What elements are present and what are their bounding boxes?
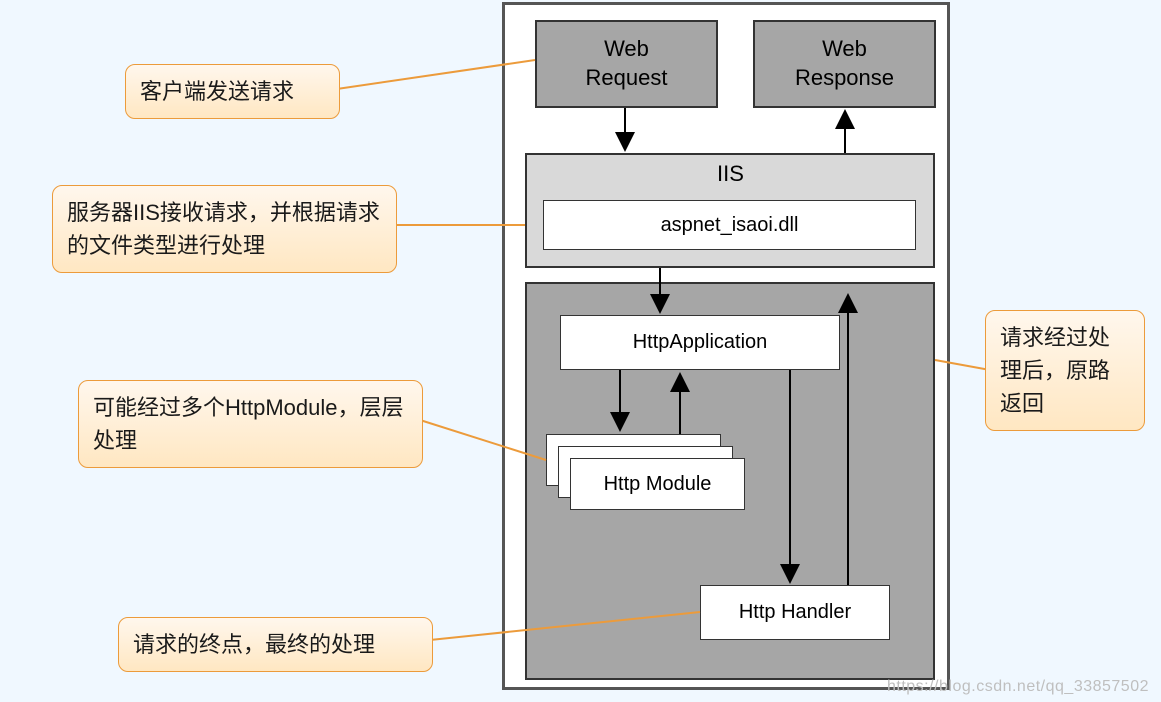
node-aspnet-dll: aspnet_isaoi.dll xyxy=(543,200,916,250)
node-web-response: WebResponse xyxy=(753,20,936,108)
node-http-application: HttpApplication xyxy=(560,315,840,370)
node-web-request: WebRequest xyxy=(535,20,718,108)
web-response-label: WebResponse xyxy=(795,35,894,92)
web-request-label: WebRequest xyxy=(586,35,668,92)
watermark: https://blog.csdn.net/qq_33857502 xyxy=(887,678,1149,696)
callout-return: 请求经过处理后，原路返回 xyxy=(985,310,1145,431)
iis-label: IIS xyxy=(717,161,744,187)
callout-client-send: 客户端发送请求 xyxy=(125,64,340,119)
node-http-handler: Http Handler xyxy=(700,585,890,640)
callout-httphandler: 请求的终点，最终的处理 xyxy=(118,617,433,672)
diagram-canvas: WebRequest WebResponse IIS aspnet_isaoi.… xyxy=(0,0,1161,702)
callout-iis-receive: 服务器IIS接收请求，并根据请求的文件类型进行处理 xyxy=(52,185,397,273)
node-http-module: Http Module xyxy=(570,458,745,510)
callout-httpmodule: 可能经过多个HttpModule，层层处理 xyxy=(78,380,423,468)
